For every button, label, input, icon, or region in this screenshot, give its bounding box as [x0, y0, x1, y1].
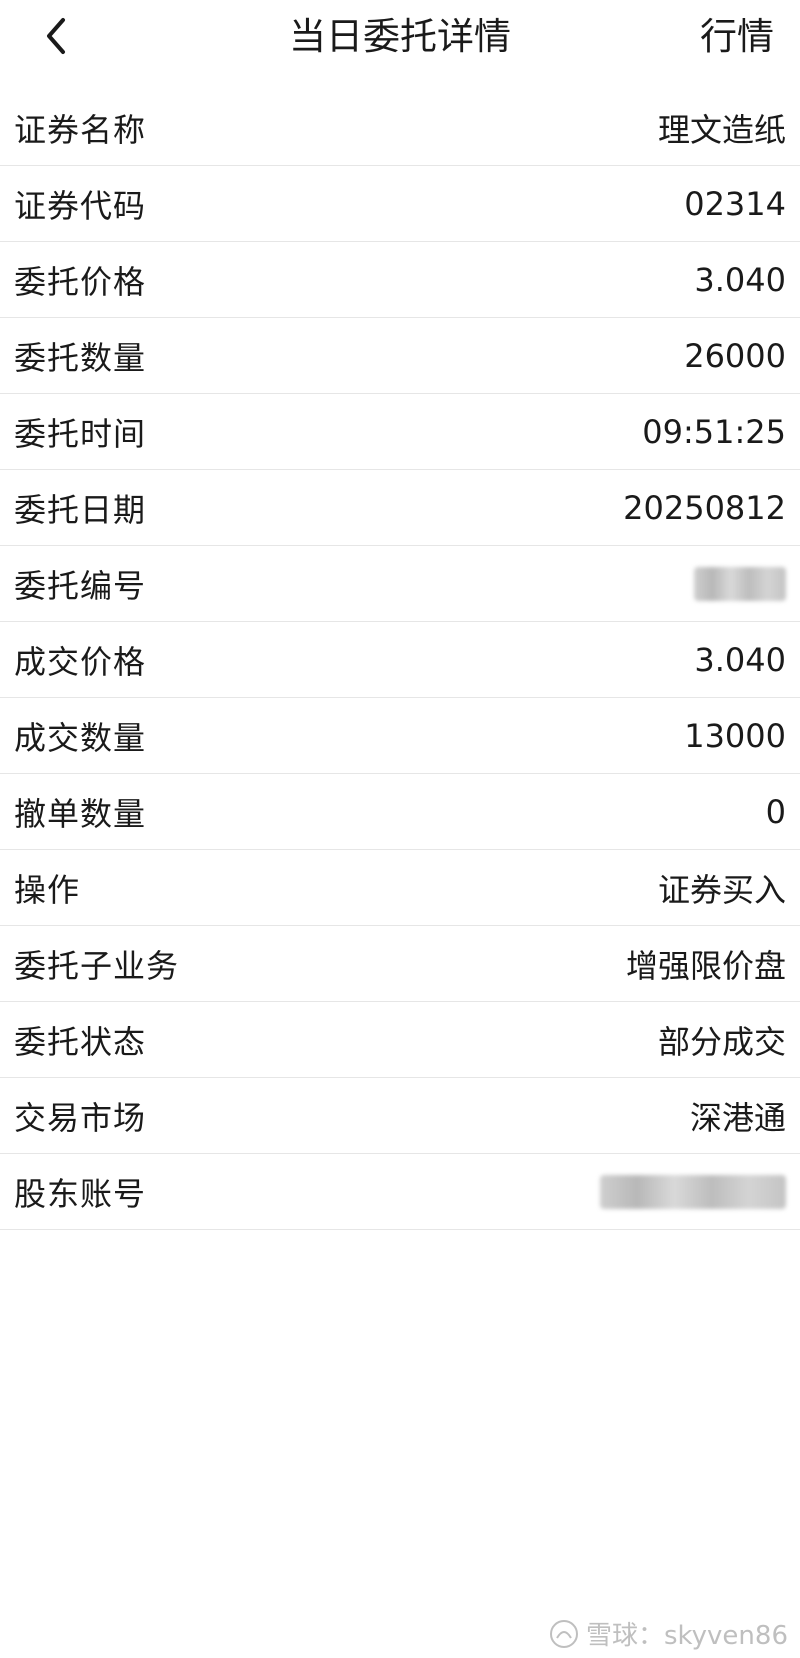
- detail-row-order-price: 委托价格 3.040: [0, 242, 800, 318]
- row-value: 26000: [684, 336, 786, 375]
- row-value: 3.040: [694, 260, 786, 299]
- row-label: 委托状态: [14, 1022, 147, 1061]
- row-value: 09:51:25: [642, 412, 786, 451]
- row-label: 证券名称: [14, 110, 147, 149]
- row-value: 增强限价盘: [625, 946, 786, 985]
- detail-row-deal-price: 成交价格 3.040: [0, 622, 800, 698]
- row-label: 操作: [14, 870, 81, 909]
- row-label: 委托价格: [14, 262, 147, 301]
- detail-row-order-status: 委托状态 部分成交: [0, 1002, 800, 1078]
- row-value: 02314: [684, 184, 786, 223]
- row-label: 委托日期: [14, 490, 147, 529]
- row-label: 委托数量: [14, 338, 147, 377]
- top-nav-bar: 当日委托详情 行情: [0, 0, 800, 74]
- page-title: 当日委托详情: [289, 15, 511, 58]
- watermark: 雪球：skyven86: [548, 1615, 788, 1652]
- detail-row-shareholder-account: 股东账号: [0, 1154, 800, 1230]
- detail-row-order-date: 委托日期 20250812: [0, 470, 800, 546]
- row-value: 部分成交: [657, 1022, 786, 1061]
- row-label: 证券代码: [14, 186, 147, 225]
- order-detail-list: 证券名称 理文造纸 证券代码 02314 委托价格 3.040 委托数量 260…: [0, 90, 800, 1230]
- row-label: 股东账号: [14, 1174, 147, 1213]
- detail-row-operation: 操作 证券买入: [0, 850, 800, 926]
- detail-row-deal-quantity: 成交数量 13000: [0, 698, 800, 774]
- row-value: 3.040: [694, 640, 786, 679]
- market-quote-button[interactable]: 行情: [700, 12, 774, 62]
- row-label: 成交价格: [14, 642, 147, 681]
- row-label: 委托子业务: [14, 946, 180, 985]
- detail-row-security-code: 证券代码 02314: [0, 166, 800, 242]
- detail-row-order-time: 委托时间 09:51:25: [0, 394, 800, 470]
- detail-row-order-quantity: 委托数量 26000: [0, 318, 800, 394]
- redacted-order-number: [694, 566, 786, 601]
- row-value: 理文造纸: [657, 110, 786, 149]
- row-label: 撤单数量: [14, 794, 147, 833]
- row-label: 交易市场: [14, 1098, 147, 1137]
- chevron-left-icon: [47, 18, 65, 54]
- row-value: 证券买入: [657, 870, 786, 909]
- snowball-logo-icon: [549, 1619, 578, 1648]
- row-value: 13000: [684, 716, 786, 755]
- row-value: 深港通: [689, 1098, 786, 1137]
- row-label: 委托时间: [14, 414, 147, 453]
- row-label: 委托编号: [14, 566, 147, 605]
- detail-row-trading-market: 交易市场 深港通: [0, 1078, 800, 1154]
- detail-row-sub-business: 委托子业务 增强限价盘: [0, 926, 800, 1002]
- detail-row-cancel-quantity: 撤单数量 0: [0, 774, 800, 850]
- row-value: 0: [765, 792, 786, 831]
- redacted-shareholder-account: [600, 1174, 786, 1209]
- back-button[interactable]: [34, 14, 78, 58]
- row-value: 20250812: [623, 488, 786, 527]
- row-label: 成交数量: [14, 718, 147, 757]
- watermark-text: 雪球：skyven86: [585, 1621, 788, 1651]
- detail-row-security-name: 证券名称 理文造纸: [0, 90, 800, 166]
- detail-row-order-number: 委托编号: [0, 546, 800, 622]
